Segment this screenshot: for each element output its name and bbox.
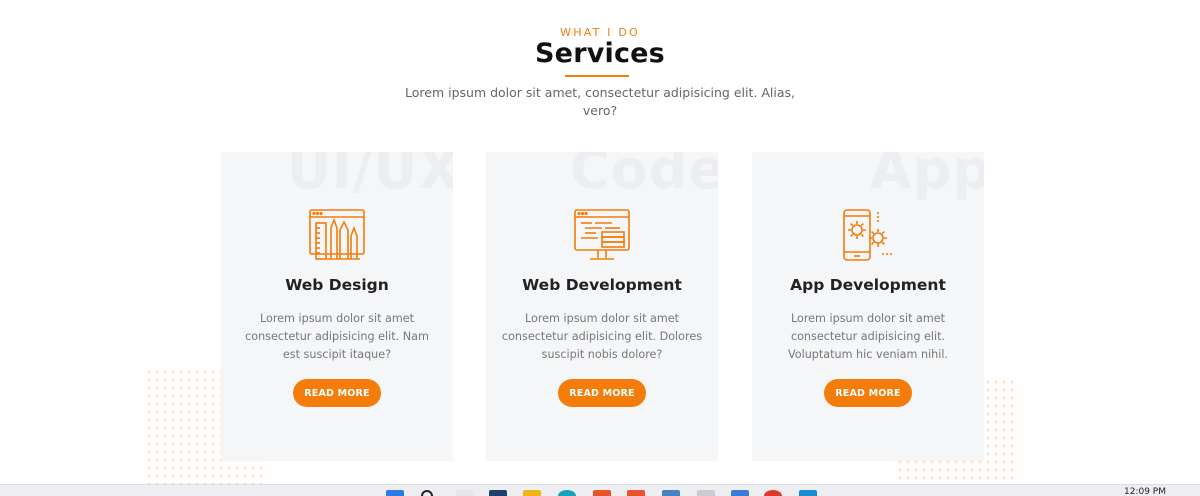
app-icon[interactable] xyxy=(662,490,680,496)
card-title: Web Design xyxy=(285,276,389,294)
card-description: Lorem ipsum dolor sit amet consectetur a… xyxy=(501,312,703,361)
card-watermark: App xyxy=(869,152,984,201)
service-card-web-design: UI/UX Web Design Lorem ipsum dolor sit a… xyxy=(221,152,453,461)
card-title: App Development xyxy=(790,276,946,294)
service-card-web-development: Code Web Development Lorem ipsum dolor s… xyxy=(486,152,718,461)
read-more-button[interactable]: READ MORE xyxy=(293,379,381,407)
windows-start-icon[interactable] xyxy=(386,490,404,496)
app-development-icon xyxy=(843,209,892,261)
service-card-app-development: App App Development Lorem ipsum dolor si… xyxy=(752,152,984,461)
card-description: Lorem ipsum dolor sit amet consectetur a… xyxy=(787,312,949,361)
read-more-button[interactable]: READ MORE xyxy=(824,379,912,407)
app-icon[interactable] xyxy=(627,490,645,496)
card-description: Lorem ipsum dolor sit amet consectetur a… xyxy=(245,312,429,361)
vscode-icon[interactable] xyxy=(799,490,817,496)
card-watermark: UI/UX xyxy=(286,152,453,201)
read-more-button[interactable]: READ MORE xyxy=(558,379,646,407)
folder-icon[interactable] xyxy=(523,490,541,496)
section-subtitle: Lorem ipsum dolor sit amet, consectetur … xyxy=(405,85,795,118)
app-icon[interactable] xyxy=(593,490,611,496)
calendar-icon[interactable] xyxy=(731,490,749,496)
title-underline xyxy=(565,75,629,77)
section-title: Services xyxy=(535,38,665,69)
card-watermark: Code xyxy=(569,152,718,201)
card-title: Web Development xyxy=(522,276,682,294)
search-icon[interactable] xyxy=(421,490,433,496)
os-taskbar: 12:09 PM xyxy=(0,484,1200,496)
file-explorer-icon[interactable] xyxy=(489,490,507,496)
app-icon[interactable] xyxy=(697,490,715,496)
web-development-icon xyxy=(574,209,630,260)
chrome-icon[interactable] xyxy=(764,490,782,496)
web-design-icon xyxy=(309,209,365,260)
task-view-icon[interactable] xyxy=(456,490,474,496)
edge-browser-icon[interactable] xyxy=(558,490,576,496)
taskbar-clock: 12:09 PM xyxy=(1124,487,1166,496)
